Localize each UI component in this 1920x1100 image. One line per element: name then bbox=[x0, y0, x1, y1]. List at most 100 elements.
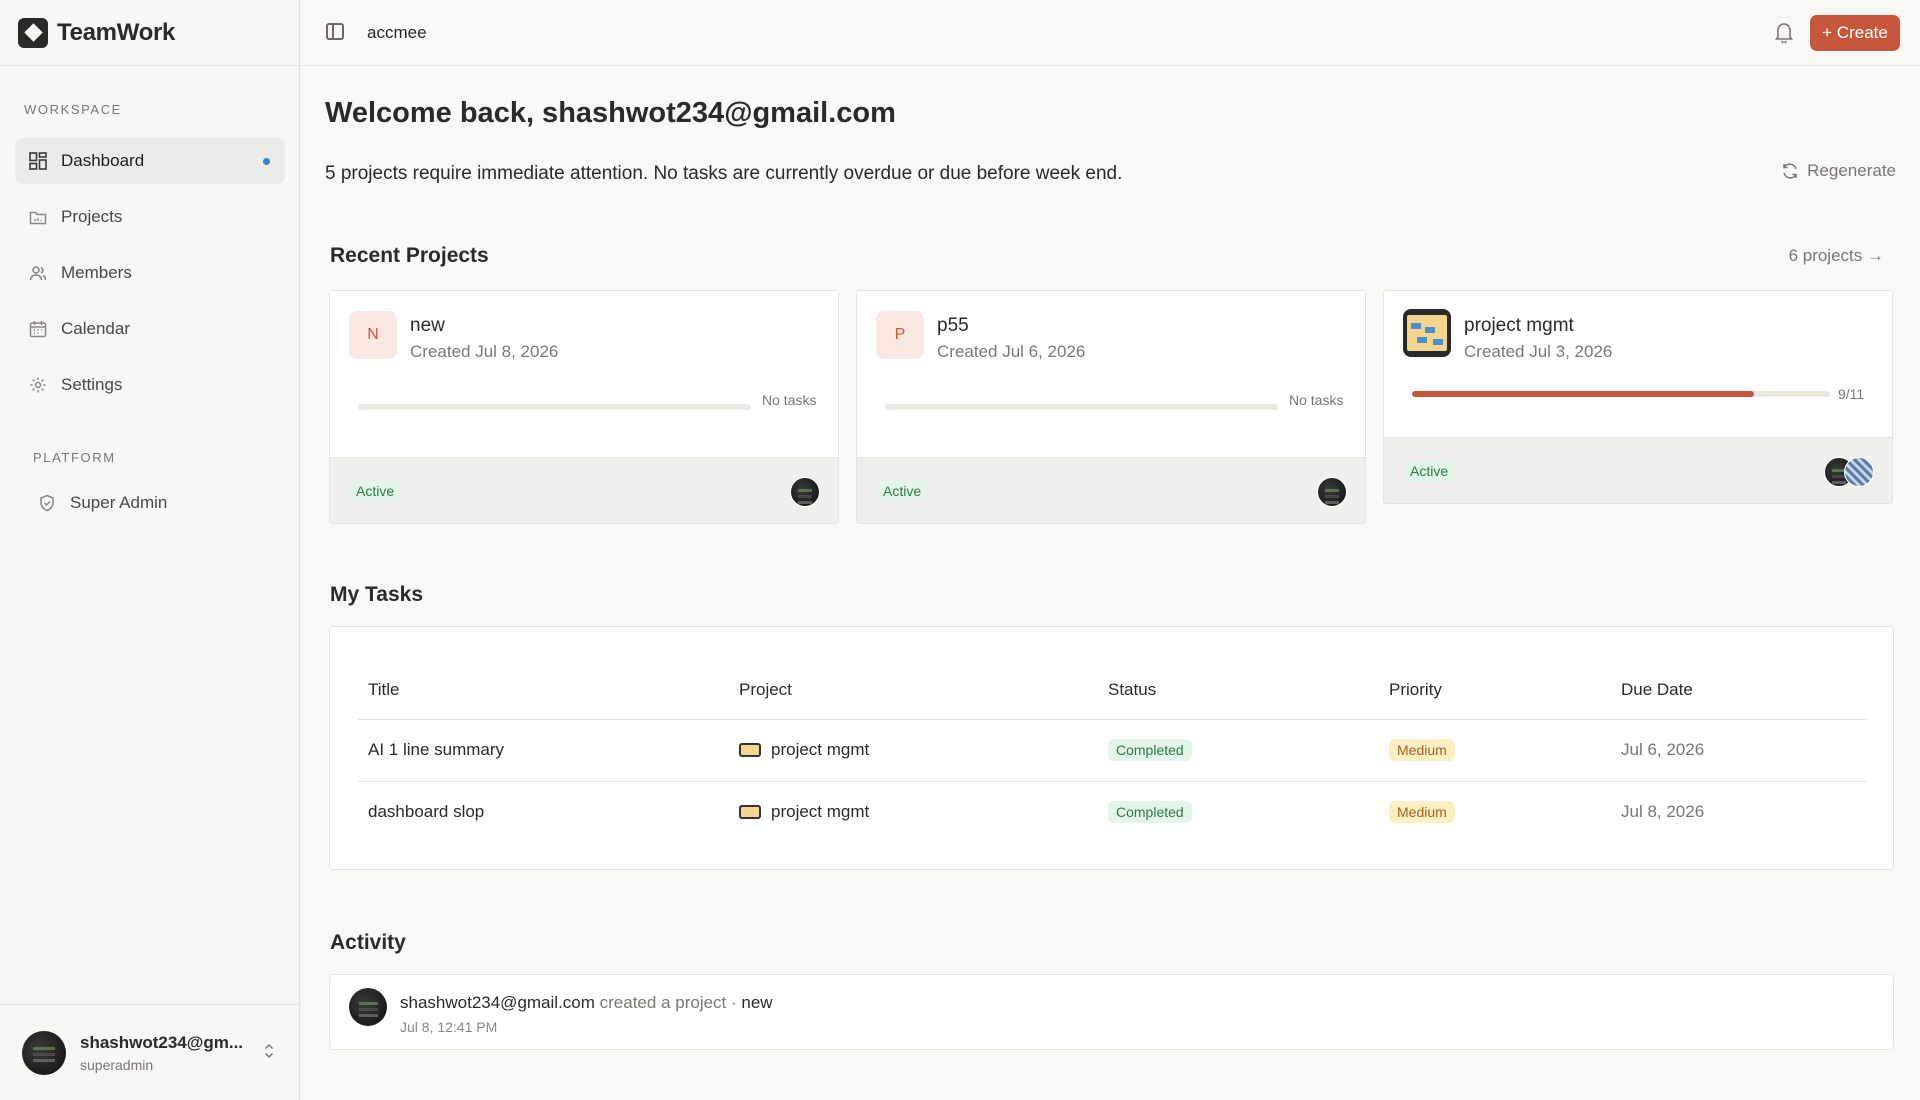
brand[interactable]: TeamWork bbox=[0, 0, 299, 66]
dashboard-icon bbox=[29, 152, 47, 170]
sidebar-toggle-icon[interactable] bbox=[326, 23, 344, 40]
status-badge: Completed bbox=[1108, 739, 1192, 761]
sidebar-item-settings[interactable]: Settings bbox=[15, 362, 285, 408]
status-badge: Active bbox=[1404, 460, 1455, 482]
bell-icon[interactable] bbox=[1774, 21, 1794, 44]
task-project-name: project mgmt bbox=[771, 740, 870, 759]
sidebar-item-label: Members bbox=[61, 263, 132, 282]
task-title: dashboard slop bbox=[368, 802, 485, 822]
project-name[interactable]: project mgmt bbox=[1464, 315, 1574, 337]
task-priority: Medium bbox=[1379, 781, 1611, 843]
sidebar-item-calendar[interactable]: Calendar bbox=[15, 306, 285, 352]
users-icon bbox=[29, 264, 47, 282]
progress-label: No tasks bbox=[762, 392, 817, 408]
project-card-footer: Active bbox=[1384, 437, 1892, 503]
project-card-header: P p55 Created Jul 6, 2026 No tasks bbox=[857, 291, 1365, 457]
activity-title: Activity bbox=[330, 931, 406, 954]
user-menu[interactable]: shashwot234@gm... superadmin bbox=[0, 1004, 300, 1100]
project-card-footer: Active bbox=[857, 457, 1365, 523]
task-priority: Medium bbox=[1379, 719, 1611, 782]
progress-bar bbox=[358, 404, 751, 410]
recent-projects-title: Recent Projects bbox=[330, 244, 489, 267]
project-name[interactable]: p55 bbox=[937, 315, 969, 337]
project-card-footer: Active bbox=[330, 457, 838, 523]
project-name[interactable]: new bbox=[410, 315, 445, 337]
activity-target[interactable]: new bbox=[741, 993, 772, 1012]
column-header-title[interactable]: Title bbox=[358, 662, 729, 720]
progress-label: No tasks bbox=[1289, 392, 1344, 408]
sidebar-item-super-admin[interactable]: Super Admin bbox=[24, 480, 294, 526]
regenerate-button[interactable]: Regenerate bbox=[1781, 161, 1896, 181]
task-due-date: Jul 8, 2026 bbox=[1621, 802, 1705, 822]
status-badge: Completed bbox=[1108, 801, 1192, 824]
chevron-up-down-icon bbox=[264, 1043, 274, 1062]
sidebar-item-label: Super Admin bbox=[70, 493, 168, 512]
priority-badge: Medium bbox=[1389, 739, 1455, 761]
task-project-name: project mgmt bbox=[771, 802, 870, 822]
project-card-new[interactable]: N new Created Jul 8, 2026 No tasks Activ… bbox=[329, 290, 839, 524]
activity-feed: shashwot234@gmail.com created a project … bbox=[329, 974, 1894, 1050]
avatar bbox=[1317, 477, 1347, 507]
table-row[interactable]: AI 1 line summary project mgmt Completed… bbox=[358, 719, 1867, 782]
activity-action: created a project · bbox=[599, 993, 737, 1012]
workspace-name[interactable]: accmee bbox=[367, 23, 427, 43]
progress-bar bbox=[885, 404, 1278, 410]
activity-user[interactable]: shashwot234@gmail.com bbox=[400, 993, 595, 1012]
sidebar-item-projects[interactable]: Projects bbox=[15, 194, 285, 240]
refresh-icon bbox=[1783, 163, 1797, 179]
sidebar-item-dashboard[interactable]: Dashboard bbox=[15, 138, 285, 184]
table-row[interactable]: dashboard slop project mgmt Completed Me… bbox=[358, 781, 1867, 843]
shield-icon bbox=[38, 494, 56, 512]
column-header-priority[interactable]: Priority bbox=[1379, 662, 1611, 720]
activity-item: shashwot234@gmail.com created a project … bbox=[400, 993, 773, 1013]
task-status: Completed bbox=[1098, 781, 1379, 843]
platform-section-label: PLATFORM bbox=[33, 450, 116, 465]
project-created-date: Created Jul 3, 2026 bbox=[1464, 342, 1613, 361]
create-button[interactable]: + Create bbox=[1810, 15, 1900, 51]
activity-time: Jul 8, 12:41 PM bbox=[400, 1019, 498, 1035]
project-created-date: Created Jul 6, 2026 bbox=[937, 342, 1086, 361]
project-created-date: Created Jul 8, 2026 bbox=[410, 342, 559, 361]
task-project: project mgmt bbox=[729, 781, 1098, 843]
project-card-p55[interactable]: P p55 Created Jul 6, 2026 No tasks Activ… bbox=[856, 290, 1366, 524]
my-tasks-title: My Tasks bbox=[330, 583, 423, 606]
column-header-status[interactable]: Status bbox=[1098, 662, 1379, 720]
sidebar-item-label: Calendar bbox=[61, 319, 130, 338]
app-name: TeamWork bbox=[57, 18, 176, 46]
progress-label: 9/11 bbox=[1838, 386, 1865, 402]
folder-icon bbox=[29, 208, 47, 226]
priority-badge: Medium bbox=[1389, 801, 1455, 824]
column-header-project[interactable]: Project bbox=[729, 662, 1098, 720]
sidebar-item-members[interactable]: Members bbox=[15, 250, 285, 296]
status-badge: Active bbox=[877, 480, 928, 502]
user-role: superadmin bbox=[80, 1056, 154, 1073]
column-header-due-date[interactable]: Due Date bbox=[1611, 662, 1867, 720]
task-title: AI 1 line summary bbox=[358, 719, 729, 782]
task-due-date: Jul 6, 2026 bbox=[1611, 719, 1867, 782]
top-bar: accmee + Create bbox=[301, 0, 1920, 66]
all-projects-link[interactable]: 6 projects → bbox=[1789, 246, 1884, 266]
sidebar: TeamWork WORKSPACE Dashboard Projects Me… bbox=[0, 0, 300, 1100]
project-thumbnail-icon bbox=[739, 805, 761, 820]
project-card-project-mgmt[interactable]: project mgmt Created Jul 3, 2026 9/11 Ac… bbox=[1383, 290, 1893, 504]
teamwork-logo-icon bbox=[18, 17, 48, 48]
tasks-panel: Title Project Status Priority Due Date A… bbox=[329, 626, 1894, 870]
project-thumbnail-icon bbox=[739, 743, 761, 757]
task-project: project mgmt bbox=[729, 719, 1098, 782]
avatar bbox=[349, 988, 387, 1026]
regenerate-label: Regenerate bbox=[1807, 161, 1896, 180]
sidebar-item-label: Dashboard bbox=[61, 151, 145, 170]
sidebar-item-label: Projects bbox=[61, 207, 123, 226]
user-name: shashwot234@gm... bbox=[80, 1032, 244, 1052]
avatar bbox=[1844, 457, 1874, 487]
avatar bbox=[22, 1030, 66, 1075]
project-initial: N bbox=[349, 311, 397, 359]
ai-summary: 5 projects require immediate attention. … bbox=[325, 163, 1123, 184]
gear-icon bbox=[29, 376, 47, 394]
task-status: Completed bbox=[1098, 719, 1379, 782]
workspace-section-label: WORKSPACE bbox=[24, 102, 122, 117]
user-info: shashwot234@gm... superadmin bbox=[80, 1033, 243, 1073]
project-thumbnail bbox=[1403, 309, 1451, 357]
project-card-header: N new Created Jul 8, 2026 No tasks bbox=[330, 291, 838, 457]
active-indicator-dot bbox=[263, 157, 270, 165]
